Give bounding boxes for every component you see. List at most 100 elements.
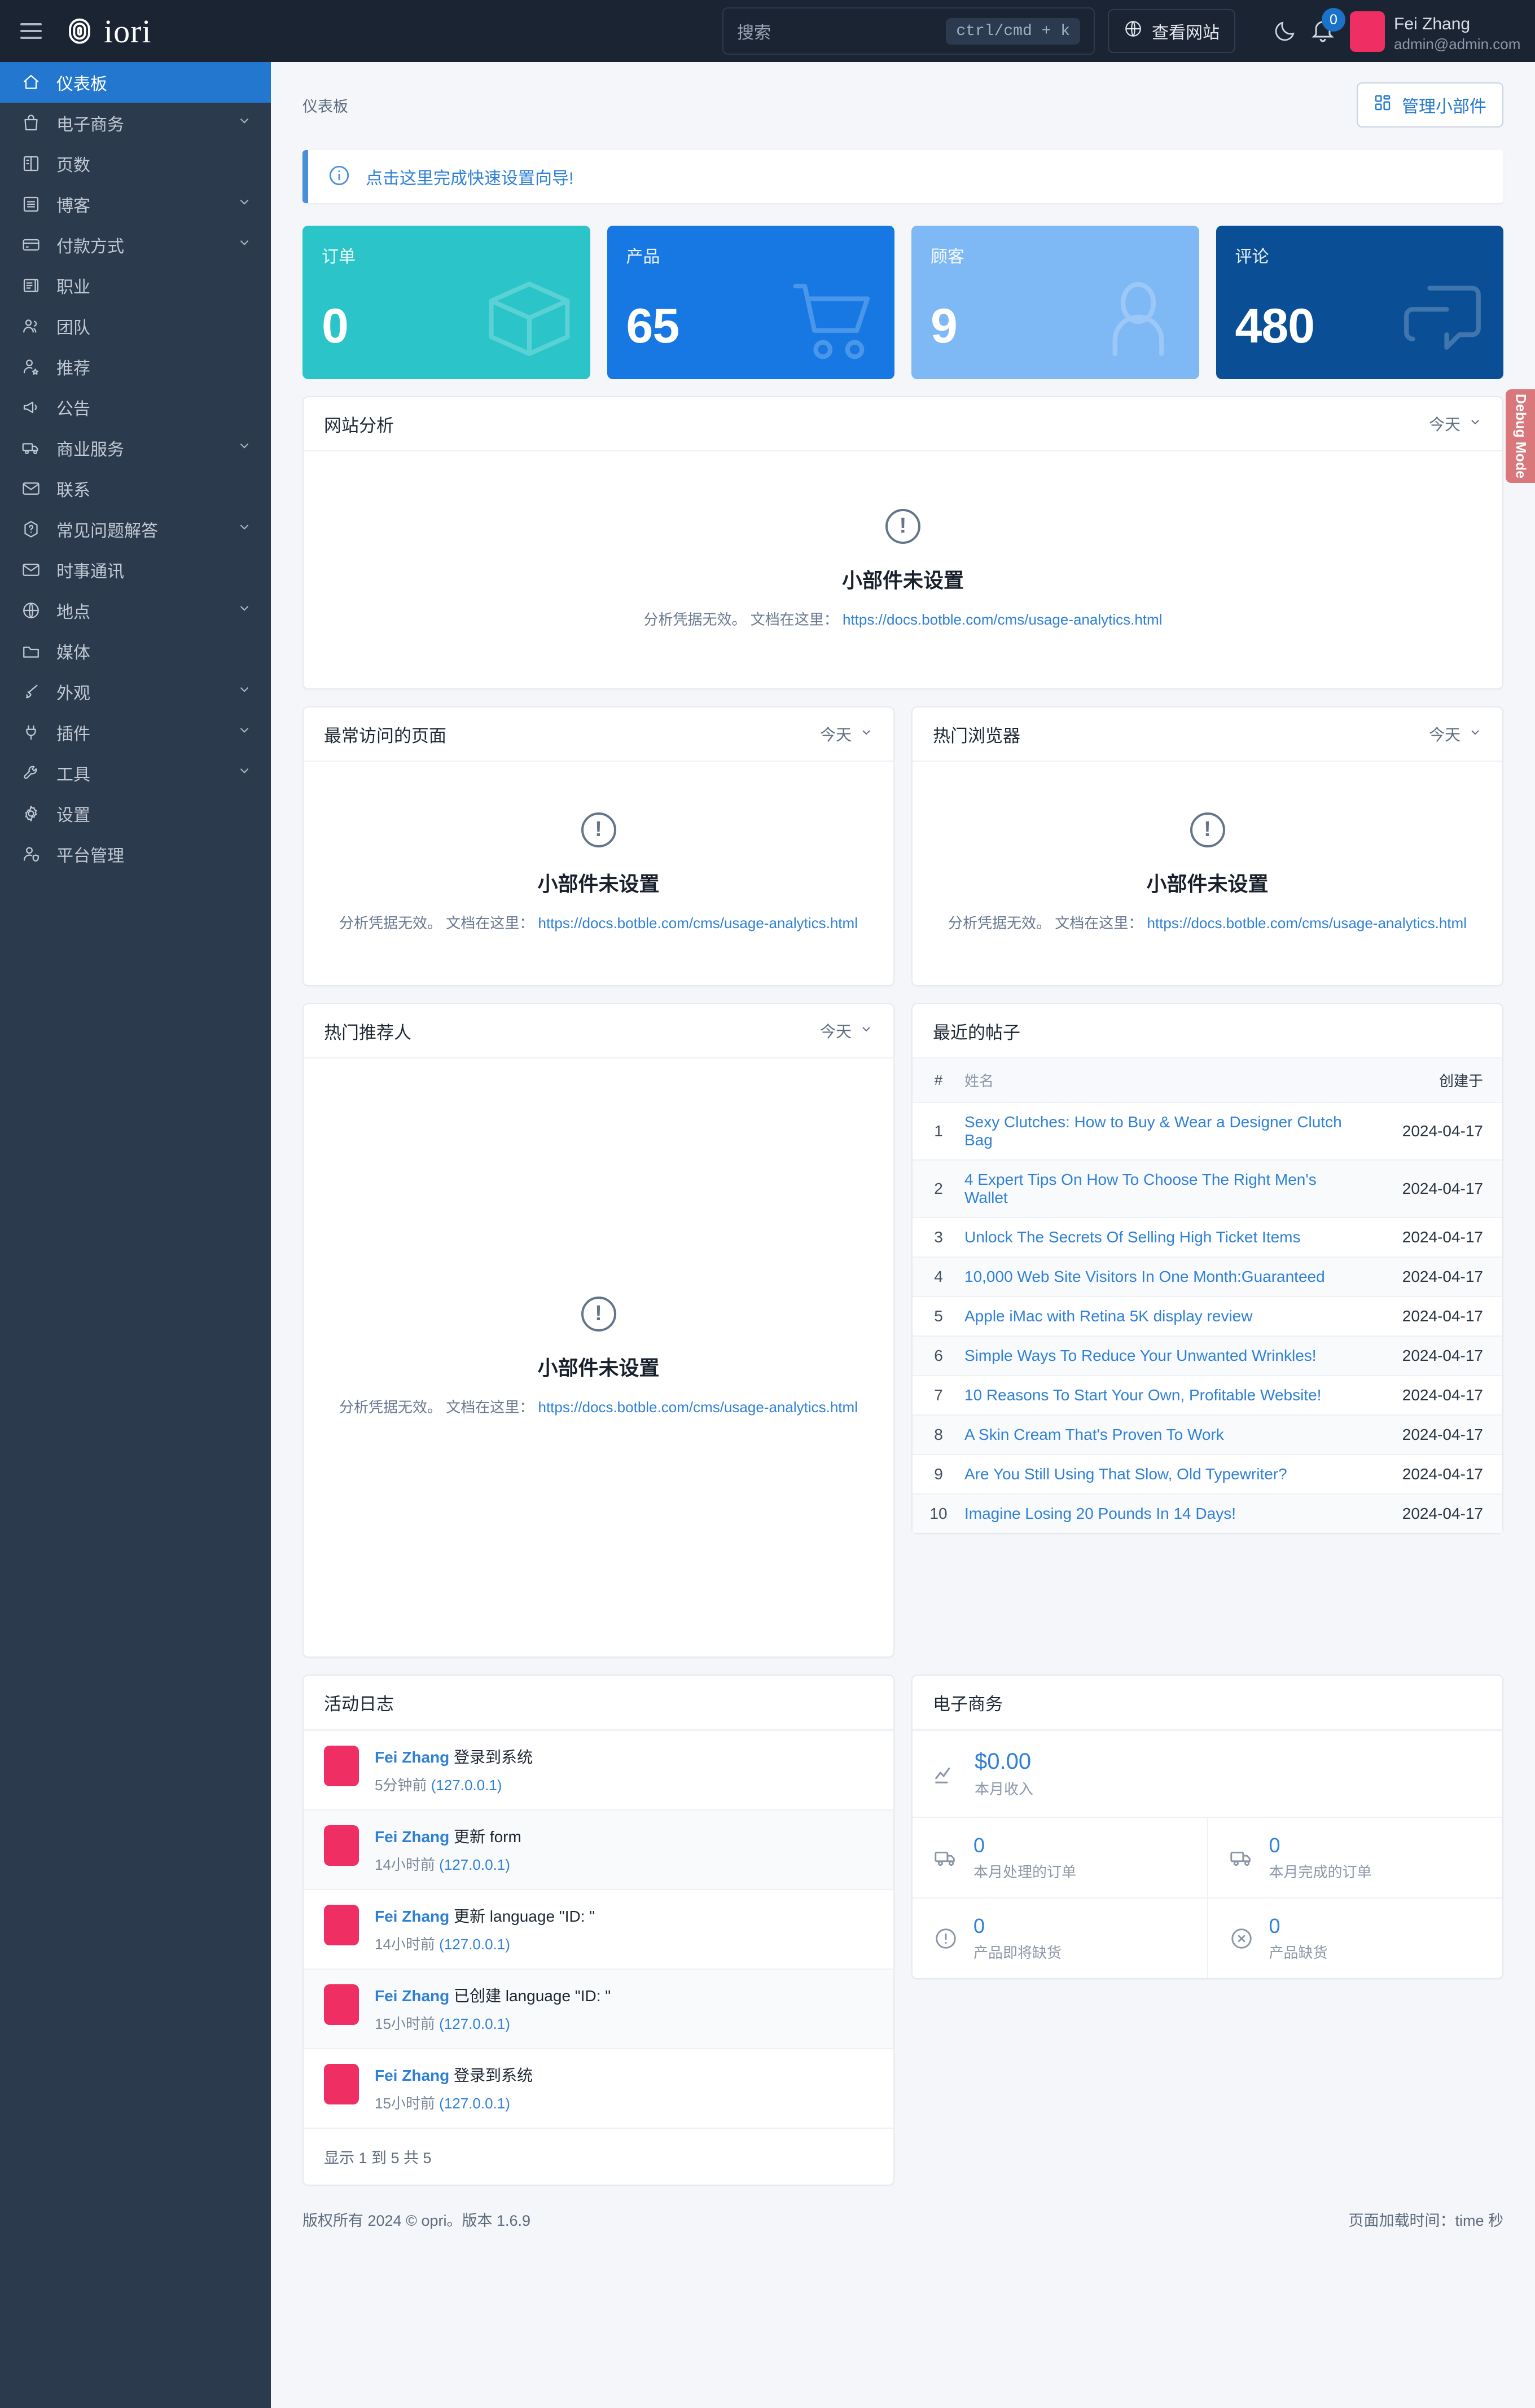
setup-wizard-link[interactable]: 点击这里完成快速设置向导! <box>366 164 573 189</box>
top-referrers-period-select[interactable]: 今天 <box>820 1020 873 1042</box>
load-time-text: 页面加载时间：time 秒 <box>1348 2212 1503 2229</box>
activity-user[interactable]: Fei Zhang <box>375 1748 449 1766</box>
sidebar-item-3[interactable]: 博客 <box>0 184 271 225</box>
column-header-name: 姓名 <box>964 1058 1372 1102</box>
top-pages-period-select[interactable]: 今天 <box>820 723 873 745</box>
sidebar-item-6[interactable]: 团队 <box>0 306 271 346</box>
chevron-down-icon[interactable] <box>237 763 252 783</box>
notifications-button[interactable]: 0 <box>1309 8 1345 47</box>
chevron-down-icon[interactable] <box>237 235 252 254</box>
activity-time: 14小时前 (127.0.0.1) <box>375 1856 510 1873</box>
top-pages-empty-state: ! 小部件未设置 分析凭据无效。 文档在这里： https://docs.bot… <box>304 762 893 985</box>
top-browsers-period-select[interactable]: 今天 <box>1429 723 1482 745</box>
analytics-docs-link[interactable]: https://docs.botble.com/cms/usage-analyt… <box>1147 915 1467 931</box>
person-icon <box>1087 269 1189 373</box>
website-analytics-period-select[interactable]: 今天 <box>1429 412 1482 435</box>
chevron-down-icon[interactable] <box>237 682 252 701</box>
activity-text: Fei Zhang 更新 form <box>375 1828 521 1845</box>
post-index: 2 <box>913 1160 964 1218</box>
top-bar: iori 搜索 ctrl/cmd + k 查看网站 0 Fei Zhang ad… <box>0 0 1535 62</box>
brand-logo[interactable]: iori <box>63 12 152 50</box>
avatar <box>324 1746 359 1786</box>
post-link[interactable]: Unlock The Secrets Of Selling High Ticke… <box>964 1228 1301 1246</box>
activity-user[interactable]: Fei Zhang <box>375 1908 449 1925</box>
sidebar-item-18[interactable]: 设置 <box>0 793 271 834</box>
empty-title: 小部件未设置 <box>1146 872 1269 895</box>
empty-prefix: 分析凭据无效。 文档在这里： <box>948 914 1143 931</box>
sidebar-item-0[interactable]: 仪表板 <box>0 62 271 103</box>
analytics-docs-link[interactable]: https://docs.botble.com/cms/usage-analyt… <box>538 1399 858 1416</box>
chevron-down-icon[interactable] <box>237 113 252 133</box>
chevron-down-icon[interactable] <box>237 195 252 214</box>
post-link[interactable]: 4 Expert Tips On How To Choose The Right… <box>964 1171 1317 1206</box>
manage-widgets-button[interactable]: 管理小部件 <box>1357 82 1503 128</box>
post-created-date: 2024-04-17 <box>1402 1228 1483 1246</box>
bag-icon <box>20 112 42 134</box>
empty-title: 小部件未设置 <box>841 568 964 592</box>
activity-user[interactable]: Fei Zhang <box>375 1987 449 2005</box>
stat-card-2[interactable]: 顾客 9 <box>911 226 1199 379</box>
sidebar-item-9[interactable]: 商业服务 <box>0 428 271 468</box>
chevron-down-icon[interactable] <box>237 438 252 458</box>
ecommerce-cell-value: 0 <box>1269 1914 1280 1937</box>
page-footer: 版权所有 2024 © opri。版本 1.6.9 页面加载时间：time 秒 <box>271 2186 1535 2253</box>
megaphone-icon <box>20 397 42 418</box>
post-link[interactable]: Are You Still Using That Slow, Old Typew… <box>964 1465 1287 1483</box>
post-link[interactable]: 10,000 Web Site Visitors In One Month:Gu… <box>964 1268 1325 1285</box>
sidebar-item-2[interactable]: 页数 <box>0 143 271 184</box>
home-icon <box>20 72 42 93</box>
sidebar-item-13[interactable]: 地点 <box>0 590 271 631</box>
analytics-docs-link[interactable]: https://docs.botble.com/cms/usage-analyt… <box>538 915 858 931</box>
sidebar-item-10[interactable]: 联系 <box>0 468 271 509</box>
activity-user[interactable]: Fei Zhang <box>375 2067 449 2084</box>
debug-mode-tab[interactable]: Debug Mode <box>1506 389 1535 483</box>
sidebar-item-5[interactable]: 职业 <box>0 265 271 306</box>
avatar[interactable] <box>1350 11 1385 52</box>
post-link[interactable]: Imagine Losing 20 Pounds In 14 Days! <box>964 1505 1236 1522</box>
analytics-docs-link[interactable]: https://docs.botble.com/cms/usage-analyt… <box>843 611 1162 628</box>
activity-text: Fei Zhang 已创建 language "ID: " <box>375 1987 611 2005</box>
chevron-down-icon[interactable] <box>237 723 252 742</box>
sidebar-item-1[interactable]: 电子商务 <box>0 103 271 143</box>
activity-time: 5分钟前 (127.0.0.1) <box>375 1777 502 1794</box>
activity-user[interactable]: Fei Zhang <box>375 1828 449 1845</box>
sidebar-item-8[interactable]: 公告 <box>0 387 271 428</box>
truck-icon <box>20 437 42 459</box>
empty-subtitle: 分析凭据无效。 文档在这里： https://docs.botble.com/c… <box>339 912 858 934</box>
post-link[interactable]: Apple iMac with Retina 5K display review <box>964 1307 1252 1325</box>
stat-card-1[interactable]: 产品 65 <box>607 226 894 379</box>
chevron-down-icon[interactable] <box>237 601 252 620</box>
sidebar-item-12[interactable]: 时事通讯 <box>0 550 271 590</box>
chevron-down-icon[interactable] <box>237 520 252 539</box>
post-link[interactable]: 10 Reasons To Start Your Own, Profitable… <box>964 1386 1321 1404</box>
sidebar-item-19[interactable]: 平台管理 <box>0 834 271 875</box>
post-link[interactable]: A Skin Cream That's Proven To Work <box>964 1426 1224 1443</box>
setup-wizard-alert[interactable]: 点击这里完成快速设置向导! <box>302 150 1503 203</box>
stat-card-3[interactable]: 评论 480 <box>1216 226 1503 379</box>
stat-card-title: 顾客 <box>931 248 964 266</box>
view-site-button[interactable]: 查看网站 <box>1108 9 1235 53</box>
user-menu[interactable]: Fei Zhang admin@admin.com <box>1394 14 1520 53</box>
stat-card-title: 评论 <box>1235 248 1269 266</box>
stat-card-0[interactable]: 订单 0 <box>302 226 590 379</box>
sidebar-item-7[interactable]: 推荐 <box>0 346 271 387</box>
activity-text: Fei Zhang 更新 language "ID: " <box>375 1908 595 1925</box>
post-link[interactable]: Sexy Clutches: How to Buy & Wear a Desig… <box>964 1113 1342 1149</box>
sidebar-item-4[interactable]: 付款方式 <box>0 225 271 265</box>
empty-subtitle: 分析凭据无效。 文档在这里： https://docs.botble.com/c… <box>339 1396 858 1418</box>
post-link[interactable]: Simple Ways To Reduce Your Unwanted Wrin… <box>964 1347 1317 1364</box>
sidebar-item-11[interactable]: 常见问题解答 <box>0 509 271 550</box>
sidebar-item-17[interactable]: 工具 <box>0 753 271 793</box>
briefcase-icon <box>20 275 42 296</box>
sidebar-item-label: 媒体 <box>56 644 90 662</box>
dark-mode-toggle-icon[interactable] <box>1273 19 1297 46</box>
menu-toggle-icon[interactable] <box>20 23 42 39</box>
sidebar-item-16[interactable]: 插件 <box>0 712 271 753</box>
recent-posts-widget: 最近的帖子 # 姓名 创建于 1 Sexy Clutches: How to Bu… <box>911 1003 1503 1534</box>
mail-icon <box>20 559 42 581</box>
sidebar-item-15[interactable]: 外观 <box>0 671 271 712</box>
search-input[interactable]: 搜索 ctrl/cmd + k <box>722 7 1095 55</box>
sidebar-item-14[interactable]: 媒体 <box>0 631 271 671</box>
sidebar-item-label: 博客 <box>56 197 90 216</box>
activity-text: Fei Zhang 登录到系统 <box>375 2067 533 2084</box>
